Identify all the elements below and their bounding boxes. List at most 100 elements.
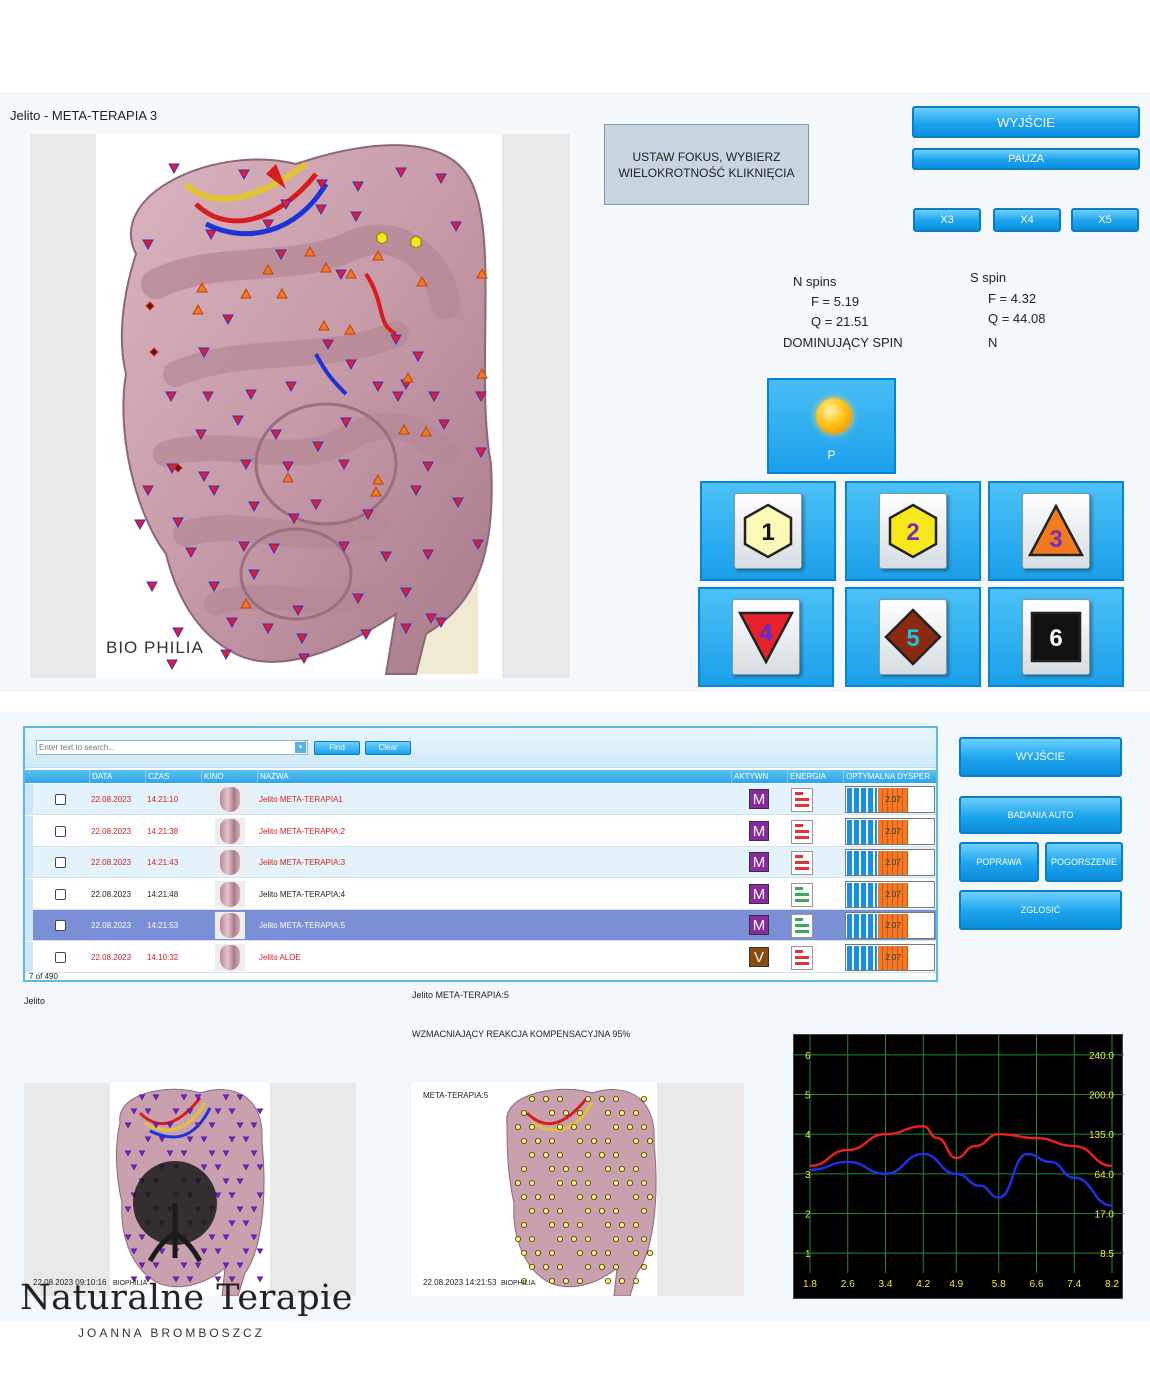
n-spins-title: N spins [793,274,837,289]
table-row[interactable]: 22.08.2023 14:21:53 Jelito META-TERAPIA:5 M… [25,910,936,941]
energy-icon [791,882,813,907]
improve-button[interactable]: POPRAWA [959,842,1039,882]
column-header[interactable]: DATA [89,770,145,783]
clear-button[interactable]: Clear [365,741,411,755]
mini-marker [626,1124,633,1131]
table-row[interactable]: 22.08.2023 14:21:38 Jelito META-TERAPIA:2 M… [25,815,936,847]
brand-logo-title: Naturalne Terapie [20,1278,354,1318]
column-header[interactable]: OPTYMALNA DYSPER [843,770,936,783]
x5-button[interactable]: X5 [1071,208,1139,232]
reaction-text: WZMACNIAJĄCY REAKCJA KOMPENSACYJNA 95% [412,1029,631,1039]
symbol-3-button[interactable]: 3 [988,481,1124,581]
mini-marker [570,1124,577,1131]
exit-button[interactable]: WYJŚCIE [912,106,1140,138]
exit-button-bottom[interactable]: WYJŚCIE [959,737,1122,777]
mini-marker [640,1180,647,1187]
mini-marker [548,1277,555,1284]
x-tick-label: 1.8 [803,1279,817,1290]
row-checkbox[interactable] [55,951,66,963]
mini-marker [529,1180,536,1187]
mini-marker [556,1095,563,1102]
energy-icon [791,914,813,938]
sun-icon [816,398,852,434]
row-selector[interactable] [25,878,33,910]
search-input[interactable] [36,740,308,755]
row-checkbox[interactable] [55,794,66,805]
mini-marker [590,1194,597,1201]
mini-marker [646,1138,653,1145]
row-selector[interactable] [25,784,33,815]
symbol-6-number: 6 [1049,625,1062,652]
column-header[interactable]: NAZWA [257,770,731,783]
row-checkbox[interactable] [55,857,66,868]
marker-down-triangle [168,163,180,175]
row-selector[interactable] [25,941,33,973]
row-time: 14:21:48 [147,889,179,899]
y-right-tick-label: 17.0 [1095,1210,1115,1221]
row-selector[interactable] [25,910,33,941]
mini-marker [612,1180,619,1187]
symbol-2-button[interactable]: 2 [845,481,981,581]
find-button[interactable]: Find [314,741,360,755]
table-row[interactable]: 22.08.2023 14:21:43 Jelito META-TERAPIA:3 M… [25,847,936,878]
mini-marker [604,1194,611,1201]
mini-right-timestamp: 22.08.2023 14:21:53 [423,1278,497,1287]
energy-bar [795,886,803,890]
marker-hexagon [410,235,422,249]
organ-image-canvas[interactable] [96,134,502,678]
marker-down-triangle [220,649,232,661]
row-checkbox[interactable] [55,888,66,900]
auto-scan-button[interactable]: BADANIA AUTO [959,796,1122,834]
biophilia-logo: BIO PHILIA [106,638,204,657]
sun-tile-button[interactable]: P [767,378,896,474]
symbol-4-number: 4 [759,620,773,647]
hexagon-icon: 1 [743,503,793,559]
mini-marker [632,1249,639,1256]
report-button[interactable]: ZGŁOSIĆ [959,890,1122,930]
mini-marker [646,1194,653,1201]
mini-marker [515,1235,522,1242]
mini-marker [618,1277,625,1284]
row-time: 14:21:10 [147,795,179,804]
pause-button[interactable]: PAUZA [912,148,1140,170]
row-selector[interactable] [25,815,33,847]
mini-marker [535,1249,542,1256]
row-name: Jelito META-TERAPIA:5 [259,921,346,930]
x3-button[interactable]: X3 [913,208,981,232]
row-checkbox[interactable] [55,920,66,931]
dispersion-bars [847,788,877,812]
column-header[interactable]: AKTYWN [731,770,787,783]
energy-bar [795,924,809,927]
x4-button[interactable]: X4 [993,208,1061,232]
mini-right-brand: BIOPHILIA [501,1280,536,1287]
column-header[interactable]: KINO [201,770,257,783]
mini-marker [548,1221,555,1228]
worse-button[interactable]: POGORSZENIE [1045,842,1123,882]
symbol-5-button[interactable]: 5 [845,587,981,687]
table-row[interactable]: 22.08.2023 14:10:32 Jelito ALOE V 2.07 [25,941,936,973]
mini-marker [590,1249,597,1256]
x-tick-label: 4.2 [916,1279,930,1290]
dispersion-value: 2.07 [878,882,908,907]
symbol-4-button[interactable]: 4 [698,587,834,687]
column-header[interactable]: CZAS [145,770,201,783]
symbol-6-button[interactable]: 6 [988,587,1124,687]
column-header[interactable]: ENERGIA [787,770,843,783]
mini-marker [576,1194,583,1201]
mini-marker [640,1124,647,1131]
row-selector[interactable] [25,847,33,878]
energy-bar [795,855,803,858]
symbol-2-number: 2 [906,519,919,546]
activity-badge: M [749,883,769,904]
y-left-tick-label: 6 [805,1051,811,1062]
diamond-icon: 5 [884,608,942,666]
mini-marker [632,1109,639,1116]
table-row[interactable]: 22.08.2023 14:21:10 Jelito META-TERAPIA1 M 2… [25,784,936,815]
table-row[interactable]: 22.08.2023 14:21:48 Jelito META-TERAPIA:4 M… [25,878,936,910]
row-checkbox[interactable] [55,825,66,837]
activity-badge: V [749,946,769,967]
symbol-1-button[interactable]: 1 [700,481,836,581]
row-name: Jelito ALOE [259,952,301,962]
y-left-tick-label: 2 [805,1210,811,1221]
chevron-down-icon[interactable]: ▾ [295,742,306,753]
